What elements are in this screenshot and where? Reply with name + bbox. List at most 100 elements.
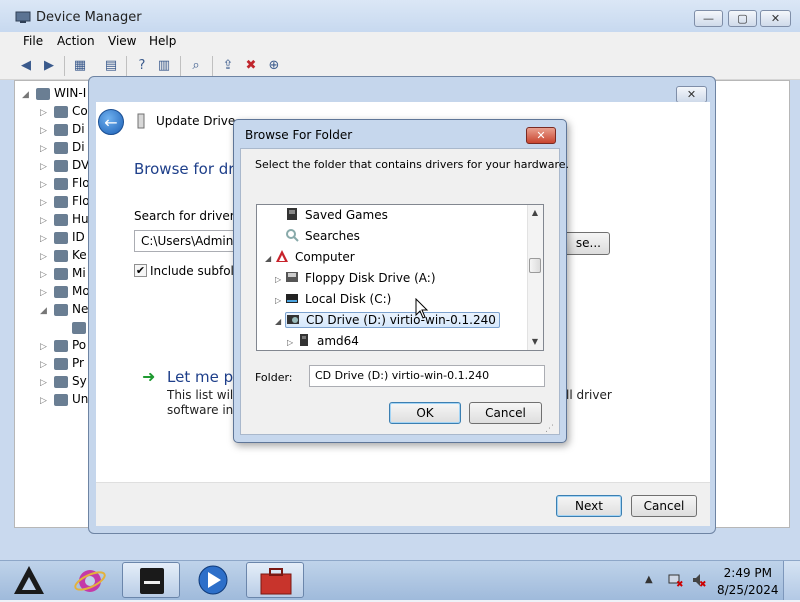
dialog-instruction: Select the folder that contains drivers … — [255, 158, 570, 171]
folder-input[interactable]: CD Drive (D:) virtio-win-0.1.240 — [309, 365, 545, 387]
resize-grip-icon[interactable]: ⋰ — [545, 424, 557, 436]
expand-icon[interactable]: ▷ — [275, 269, 285, 290]
tree-node-amd64[interactable]: ▷ amd64 — [257, 331, 527, 350]
media-player-icon — [198, 565, 228, 595]
device-category-icon — [54, 339, 68, 352]
device-manager-icon — [15, 10, 31, 24]
scroll-up-icon[interactable]: ▲ — [527, 205, 543, 221]
wizard-cancel-button[interactable]: Cancel — [631, 495, 697, 517]
device-category-icon — [54, 285, 68, 298]
device-category-icon — [54, 357, 68, 370]
dialog-title: Browse For Folder — [245, 128, 353, 142]
device-category-icon — [54, 105, 68, 118]
tree-node-local-disk[interactable]: ▷ Local Disk (C:) — [257, 289, 527, 310]
device-category-icon — [54, 249, 68, 262]
expand-icon[interactable]: ▷ — [287, 332, 297, 350]
folder-icon — [297, 333, 311, 347]
maximize-button[interactable]: ▢ — [728, 10, 757, 27]
taskbar-terminal[interactable] — [122, 562, 180, 598]
collapse-icon[interactable]: ◢ — [265, 248, 275, 269]
dialog-cancel-button[interactable]: Cancel — [469, 402, 542, 424]
help-icon[interactable]: ? — [133, 57, 151, 74]
taskbar-media-player[interactable] — [185, 562, 241, 598]
toolbar-separator — [126, 56, 127, 76]
collapse-icon[interactable]: ◢ — [275, 311, 285, 332]
internet-explorer-icon — [74, 570, 106, 592]
tree-node-computer[interactable]: ◢ Computer — [257, 247, 527, 268]
svg-text:✖: ✖ — [676, 580, 683, 588]
include-subfolders-label: Include subfold — [150, 264, 234, 278]
clock-time[interactable]: 2:49 PM — [722, 566, 772, 580]
tree-node-saved-games[interactable]: Saved Games — [257, 205, 527, 226]
scroll-down-icon[interactable]: ▼ — [527, 334, 543, 350]
device-category-icon — [54, 393, 68, 406]
device-category-icon — [54, 267, 68, 280]
menu-help[interactable]: Help — [149, 34, 176, 48]
enable-device-icon[interactable]: ⊕ — [265, 57, 283, 74]
minimize-button[interactable]: — — [694, 10, 723, 27]
dialog-close-button[interactable]: ✕ — [526, 127, 556, 144]
device-category-icon — [72, 321, 86, 334]
show-desktop-button[interactable] — [783, 561, 800, 600]
let-me-pick-link[interactable]: Let me pi — [167, 368, 235, 386]
menu-view[interactable]: View — [108, 34, 136, 48]
tree-node-floppy[interactable]: ▷ Floppy Disk Drive (A:) — [257, 268, 527, 289]
wizard-close-button[interactable]: ✕ — [676, 86, 707, 103]
ok-button[interactable]: OK — [389, 402, 461, 424]
description-line-2: software in th — [167, 403, 235, 417]
tree-scrollbar[interactable] — [527, 205, 543, 350]
back-icon[interactable]: ◀ — [17, 57, 35, 74]
green-arrow-icon[interactable]: ➜ — [142, 367, 155, 386]
taskbar-internet-explorer[interactable] — [66, 562, 114, 598]
local-disk-icon — [285, 291, 299, 305]
start-button[interactable] — [8, 562, 50, 598]
toolbox-icon — [260, 568, 292, 595]
device-category-label: Hu — [72, 212, 89, 226]
terminal-icon — [140, 568, 164, 594]
next-button[interactable]: Next — [556, 495, 622, 517]
device-category-icon — [54, 141, 68, 154]
device-icon — [136, 113, 146, 129]
volume-icon[interactable]: ✖ — [691, 572, 707, 590]
device-category-label: Di — [72, 122, 85, 136]
device-category-label: Ne — [72, 302, 89, 316]
back-arrow-icon[interactable]: ← — [98, 109, 124, 135]
menu-action[interactable]: Action — [57, 34, 95, 48]
clock-date[interactable]: 8/25/2024 — [717, 583, 779, 597]
mouse-cursor-icon — [415, 297, 429, 320]
device-category-label: Ke — [72, 248, 87, 262]
scan-hardware-icon[interactable]: ⌕ — [187, 57, 205, 74]
update-driver-icon[interactable]: ⇪ — [219, 57, 237, 74]
taskbar-toolbox[interactable] — [246, 562, 304, 598]
close-button[interactable]: ✕ — [760, 10, 791, 27]
expand-icon[interactable]: ▷ — [275, 290, 285, 311]
forward-icon[interactable]: ▶ — [40, 57, 58, 74]
scroll-thumb[interactable] — [529, 258, 541, 273]
device-category-label: Pr — [72, 356, 84, 370]
list-view-icon[interactable]: ▤ — [102, 57, 120, 74]
folder-tree[interactable]: Saved Games Searches ◢ Computer ▷ Floppy D… — [256, 204, 544, 351]
tree-node-cd-drive[interactable]: ◢ CD Drive (D:) virtio-win-0.1.240 — [257, 310, 527, 331]
device-category-label: Po — [72, 338, 87, 352]
menu-file[interactable]: File — [23, 34, 43, 48]
show-hide-icon[interactable]: ▥ — [155, 57, 173, 74]
collapse-icon[interactable]: ◢ — [40, 302, 54, 320]
device-category-label: Flo — [72, 194, 90, 208]
floppy-drive-icon — [285, 270, 299, 284]
include-subfolders-checkbox[interactable]: ✔ — [134, 264, 147, 277]
show-hidden-icons-icon[interactable]: ▲ — [645, 574, 653, 585]
wizard-title: Update Driver So — [156, 114, 236, 128]
start-logo-icon — [14, 566, 44, 594]
selected-node[interactable]: CD Drive (D:) virtio-win-0.1.240 — [285, 312, 500, 328]
properties-icon[interactable]: ▦ — [71, 57, 89, 74]
tree-root[interactable]: ◢ WIN-I — [22, 84, 92, 102]
window-title: Device Manager — [36, 10, 142, 25]
svg-text:✖: ✖ — [699, 580, 707, 588]
toolbar-separator — [64, 56, 65, 76]
expand-icon[interactable]: ▷ — [40, 392, 54, 410]
tree-node-searches[interactable]: Searches — [257, 226, 527, 247]
collapse-icon[interactable]: ◢ — [22, 86, 36, 104]
network-icon[interactable]: ✖ — [667, 572, 684, 590]
device-category-label: Un — [72, 392, 89, 406]
uninstall-icon[interactable]: ✖ — [242, 57, 260, 74]
